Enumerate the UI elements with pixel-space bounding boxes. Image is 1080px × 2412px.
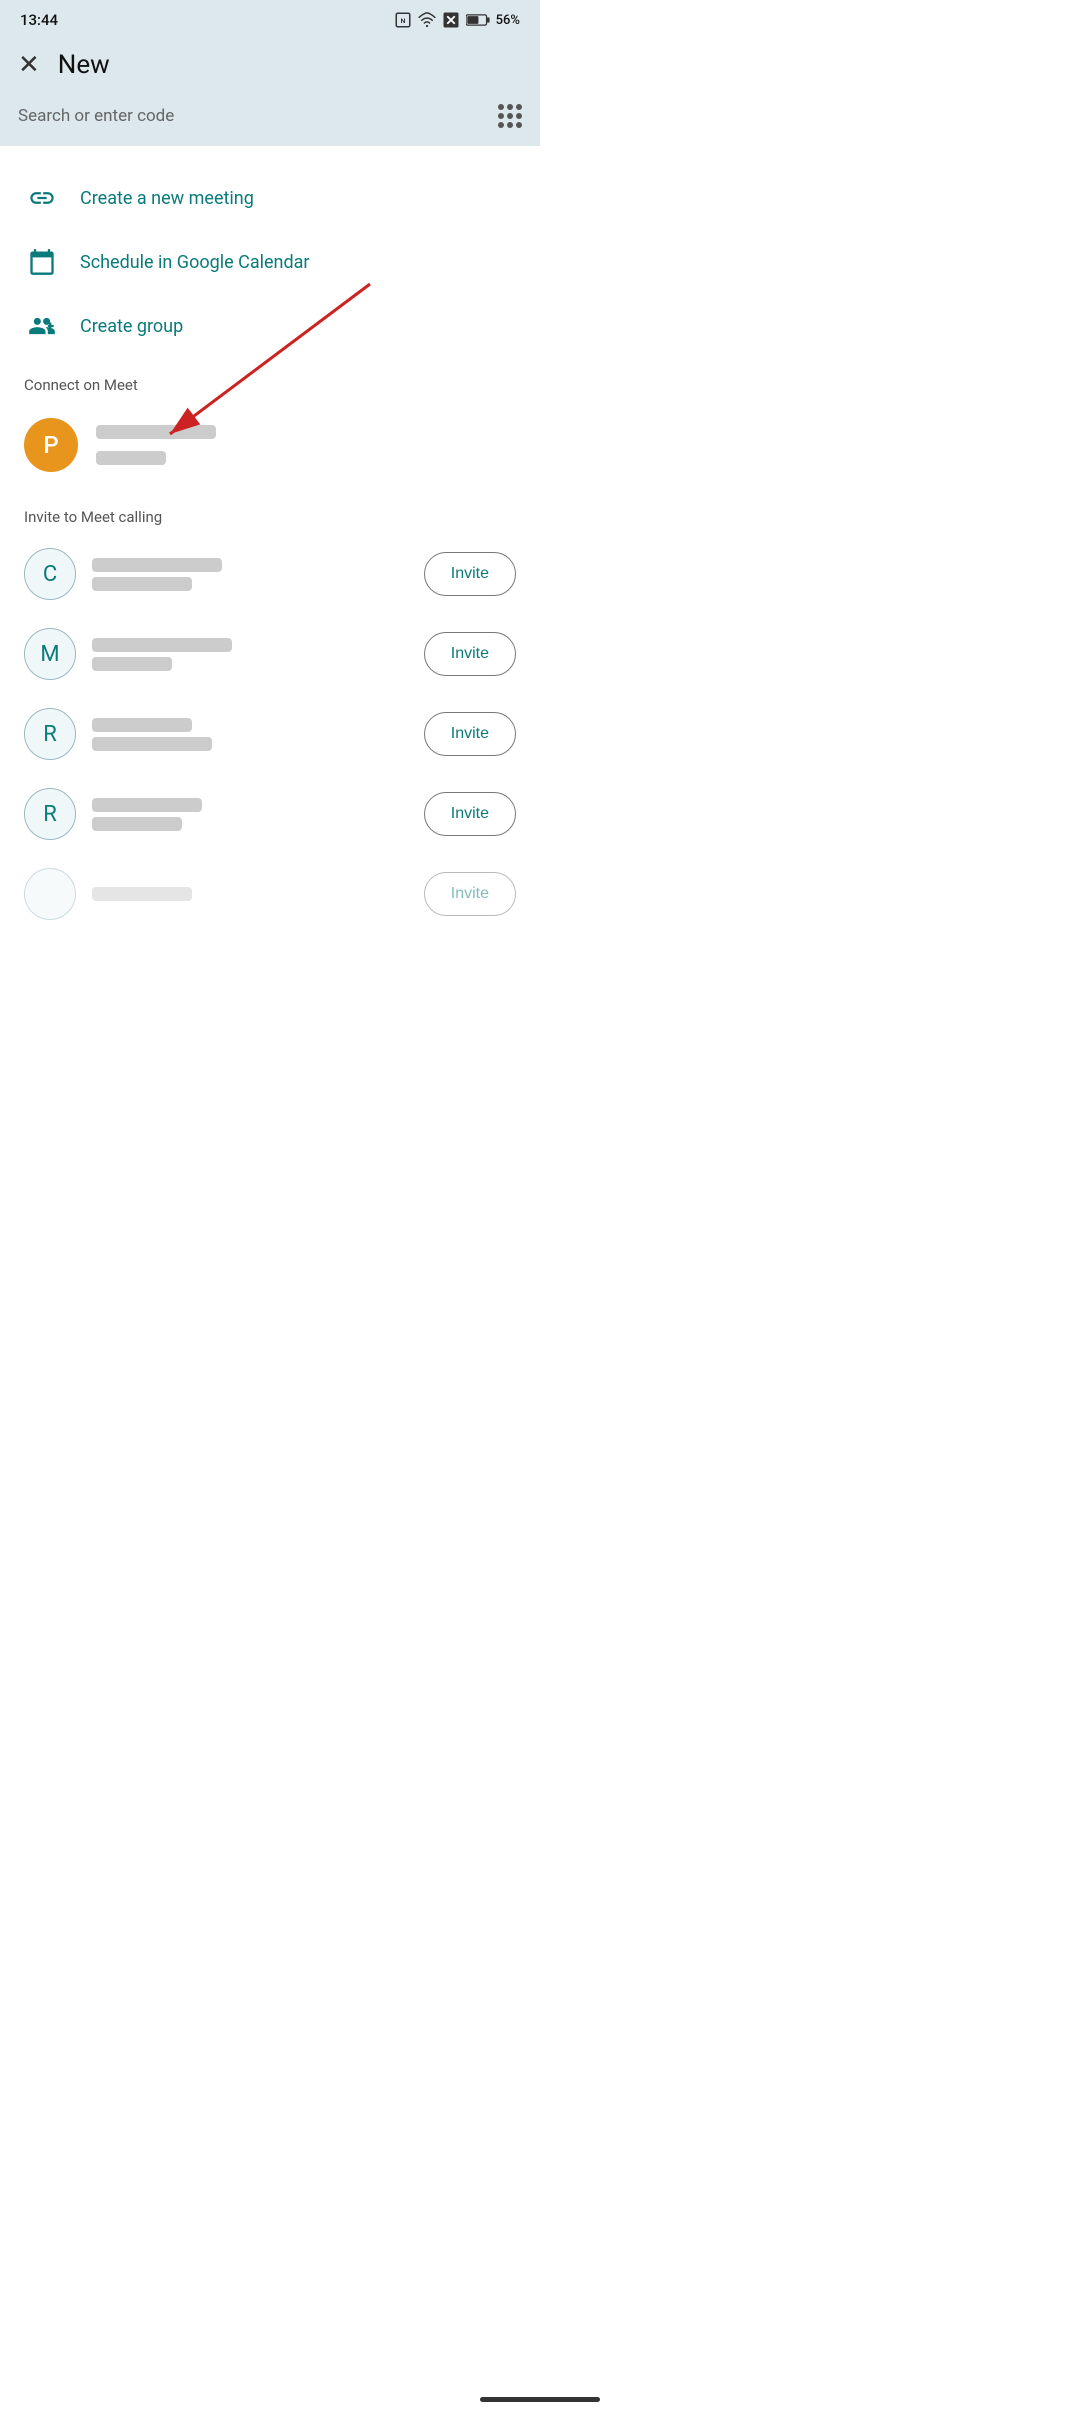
invite-item-r1: R Invite (0, 694, 540, 774)
create-group-label: Create group (80, 316, 183, 337)
avatar-m: M (24, 628, 76, 680)
home-indicator (480, 2397, 600, 2402)
invite-button-r1[interactable]: Invite (424, 712, 516, 756)
invite-info-m (92, 638, 408, 671)
invite-button-m[interactable]: Invite (424, 632, 516, 676)
invite-item-c: C Invite (0, 534, 540, 614)
grid-icon[interactable] (498, 104, 522, 128)
schedule-calendar-label: Schedule in Google Calendar (80, 252, 310, 273)
search-bar: Search or enter code (0, 96, 540, 146)
invite-item-m: M Invite (0, 614, 540, 694)
avatar-p: P (24, 418, 78, 472)
avatar-r2: R (24, 788, 76, 840)
invite-button-r2[interactable]: Invite (424, 792, 516, 836)
connect-section-header: Connect on Meet (0, 358, 540, 404)
svg-text:N: N (400, 17, 405, 25)
nfc-icon: N (394, 11, 412, 29)
link-icon (24, 184, 60, 212)
invite-item-partial: Invite (0, 854, 540, 934)
avatar-r1: R (24, 708, 76, 760)
mute-icon (442, 11, 460, 29)
invite-button-c[interactable]: Invite (424, 552, 516, 596)
status-time: 13:44 (20, 11, 58, 29)
search-input[interactable]: Search or enter code (18, 106, 498, 126)
invite-item-r2: R Invite (0, 774, 540, 854)
close-button[interactable]: ✕ (18, 50, 40, 80)
group-add-icon (24, 312, 60, 340)
calendar-icon (24, 248, 60, 276)
invite-info-c (92, 558, 408, 591)
invite-section-header: Invite to Meet calling (0, 486, 540, 534)
battery-icon (466, 13, 490, 27)
invite-info-partial (92, 887, 408, 901)
status-bar: 13:44 N 56% (0, 0, 540, 40)
wifi-icon (418, 11, 436, 29)
connect-contact-item[interactable]: P (0, 404, 540, 486)
invite-info-r1 (92, 718, 408, 751)
page-title: New (58, 50, 110, 80)
menu-item-schedule-calendar[interactable]: Schedule in Google Calendar (0, 230, 540, 294)
invite-info-r2 (92, 798, 408, 831)
avatar-c: C (24, 548, 76, 600)
avatar-partial (24, 868, 76, 920)
connect-contact-info (96, 425, 216, 465)
battery-percent: 56% (496, 13, 520, 28)
header: ✕ New (0, 40, 540, 96)
menu-item-create-group[interactable]: Create group (0, 294, 540, 358)
status-icons: N 56% (394, 11, 520, 29)
menu-item-new-meeting[interactable]: Create a new meeting (0, 166, 540, 230)
content: Create a new meeting Schedule in Google … (0, 146, 540, 934)
invite-button-partial[interactable]: Invite (424, 872, 516, 916)
new-meeting-label: Create a new meeting (80, 188, 254, 209)
